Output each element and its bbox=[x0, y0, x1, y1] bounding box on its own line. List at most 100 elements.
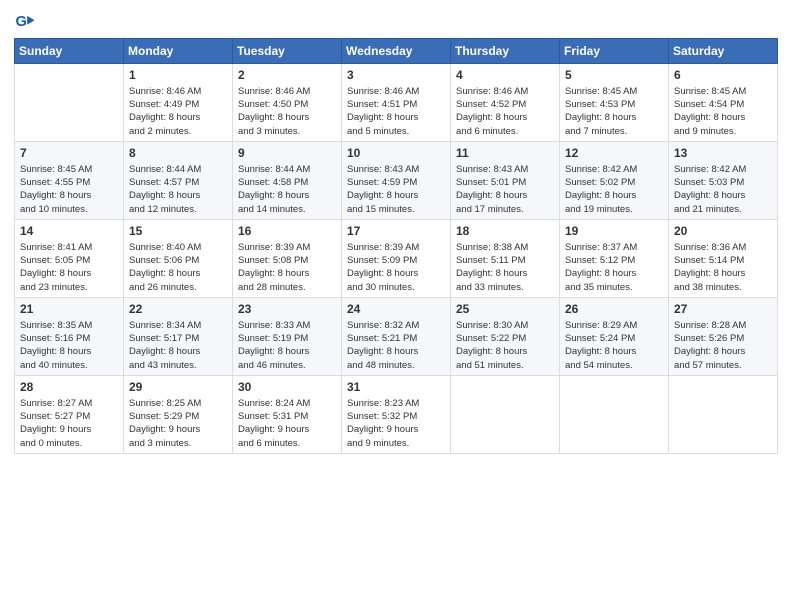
calendar-cell: 15Sunrise: 8:40 AM Sunset: 5:06 PM Dayli… bbox=[124, 220, 233, 298]
calendar-cell: 1Sunrise: 8:46 AM Sunset: 4:49 PM Daylig… bbox=[124, 64, 233, 142]
day-number: 23 bbox=[238, 301, 336, 318]
logo: G bbox=[14, 10, 38, 32]
day-number: 2 bbox=[238, 67, 336, 84]
day-number: 28 bbox=[20, 379, 118, 396]
day-number: 21 bbox=[20, 301, 118, 318]
day-info: Sunrise: 8:45 AM Sunset: 4:55 PM Dayligh… bbox=[20, 163, 118, 216]
calendar-cell: 27Sunrise: 8:28 AM Sunset: 5:26 PM Dayli… bbox=[669, 298, 778, 376]
day-number: 5 bbox=[565, 67, 663, 84]
day-number: 30 bbox=[238, 379, 336, 396]
calendar-week-3: 14Sunrise: 8:41 AM Sunset: 5:05 PM Dayli… bbox=[15, 220, 778, 298]
day-info: Sunrise: 8:40 AM Sunset: 5:06 PM Dayligh… bbox=[129, 241, 227, 294]
weekday-header-row: SundayMondayTuesdayWednesdayThursdayFrid… bbox=[15, 39, 778, 64]
day-info: Sunrise: 8:27 AM Sunset: 5:27 PM Dayligh… bbox=[20, 397, 118, 450]
calendar-week-2: 7Sunrise: 8:45 AM Sunset: 4:55 PM Daylig… bbox=[15, 142, 778, 220]
day-info: Sunrise: 8:41 AM Sunset: 5:05 PM Dayligh… bbox=[20, 241, 118, 294]
calendar-cell: 6Sunrise: 8:45 AM Sunset: 4:54 PM Daylig… bbox=[669, 64, 778, 142]
day-number: 10 bbox=[347, 145, 445, 162]
day-number: 26 bbox=[565, 301, 663, 318]
weekday-header-thursday: Thursday bbox=[451, 39, 560, 64]
weekday-header-wednesday: Wednesday bbox=[342, 39, 451, 64]
day-info: Sunrise: 8:39 AM Sunset: 5:08 PM Dayligh… bbox=[238, 241, 336, 294]
day-info: Sunrise: 8:37 AM Sunset: 5:12 PM Dayligh… bbox=[565, 241, 663, 294]
day-number: 3 bbox=[347, 67, 445, 84]
day-info: Sunrise: 8:46 AM Sunset: 4:52 PM Dayligh… bbox=[456, 85, 554, 138]
day-info: Sunrise: 8:44 AM Sunset: 4:58 PM Dayligh… bbox=[238, 163, 336, 216]
day-info: Sunrise: 8:29 AM Sunset: 5:24 PM Dayligh… bbox=[565, 319, 663, 372]
day-number: 25 bbox=[456, 301, 554, 318]
day-number: 19 bbox=[565, 223, 663, 240]
calendar-cell: 24Sunrise: 8:32 AM Sunset: 5:21 PM Dayli… bbox=[342, 298, 451, 376]
calendar-cell: 19Sunrise: 8:37 AM Sunset: 5:12 PM Dayli… bbox=[560, 220, 669, 298]
day-info: Sunrise: 8:44 AM Sunset: 4:57 PM Dayligh… bbox=[129, 163, 227, 216]
day-info: Sunrise: 8:30 AM Sunset: 5:22 PM Dayligh… bbox=[456, 319, 554, 372]
day-info: Sunrise: 8:33 AM Sunset: 5:19 PM Dayligh… bbox=[238, 319, 336, 372]
weekday-header-saturday: Saturday bbox=[669, 39, 778, 64]
day-number: 12 bbox=[565, 145, 663, 162]
day-number: 31 bbox=[347, 379, 445, 396]
day-number: 29 bbox=[129, 379, 227, 396]
calendar-cell: 21Sunrise: 8:35 AM Sunset: 5:16 PM Dayli… bbox=[15, 298, 124, 376]
day-number: 1 bbox=[129, 67, 227, 84]
day-info: Sunrise: 8:35 AM Sunset: 5:16 PM Dayligh… bbox=[20, 319, 118, 372]
day-number: 20 bbox=[674, 223, 772, 240]
calendar-week-1: 1Sunrise: 8:46 AM Sunset: 4:49 PM Daylig… bbox=[15, 64, 778, 142]
day-info: Sunrise: 8:39 AM Sunset: 5:09 PM Dayligh… bbox=[347, 241, 445, 294]
calendar-cell: 20Sunrise: 8:36 AM Sunset: 5:14 PM Dayli… bbox=[669, 220, 778, 298]
day-number: 27 bbox=[674, 301, 772, 318]
day-info: Sunrise: 8:42 AM Sunset: 5:03 PM Dayligh… bbox=[674, 163, 772, 216]
day-number: 16 bbox=[238, 223, 336, 240]
day-number: 14 bbox=[20, 223, 118, 240]
day-info: Sunrise: 8:46 AM Sunset: 4:51 PM Dayligh… bbox=[347, 85, 445, 138]
day-info: Sunrise: 8:23 AM Sunset: 5:32 PM Dayligh… bbox=[347, 397, 445, 450]
day-info: Sunrise: 8:36 AM Sunset: 5:14 PM Dayligh… bbox=[674, 241, 772, 294]
calendar-cell: 30Sunrise: 8:24 AM Sunset: 5:31 PM Dayli… bbox=[233, 376, 342, 454]
calendar-cell: 22Sunrise: 8:34 AM Sunset: 5:17 PM Dayli… bbox=[124, 298, 233, 376]
day-info: Sunrise: 8:32 AM Sunset: 5:21 PM Dayligh… bbox=[347, 319, 445, 372]
calendar-cell bbox=[15, 64, 124, 142]
day-info: Sunrise: 8:46 AM Sunset: 4:49 PM Dayligh… bbox=[129, 85, 227, 138]
day-number: 22 bbox=[129, 301, 227, 318]
calendar-cell: 5Sunrise: 8:45 AM Sunset: 4:53 PM Daylig… bbox=[560, 64, 669, 142]
calendar-cell: 14Sunrise: 8:41 AM Sunset: 5:05 PM Dayli… bbox=[15, 220, 124, 298]
calendar-cell: 9Sunrise: 8:44 AM Sunset: 4:58 PM Daylig… bbox=[233, 142, 342, 220]
logo-icon: G bbox=[14, 10, 36, 32]
calendar-cell: 11Sunrise: 8:43 AM Sunset: 5:01 PM Dayli… bbox=[451, 142, 560, 220]
day-number: 18 bbox=[456, 223, 554, 240]
calendar-cell bbox=[451, 376, 560, 454]
calendar-cell: 18Sunrise: 8:38 AM Sunset: 5:11 PM Dayli… bbox=[451, 220, 560, 298]
day-info: Sunrise: 8:38 AM Sunset: 5:11 PM Dayligh… bbox=[456, 241, 554, 294]
calendar-cell: 31Sunrise: 8:23 AM Sunset: 5:32 PM Dayli… bbox=[342, 376, 451, 454]
day-number: 6 bbox=[674, 67, 772, 84]
day-number: 24 bbox=[347, 301, 445, 318]
day-info: Sunrise: 8:34 AM Sunset: 5:17 PM Dayligh… bbox=[129, 319, 227, 372]
calendar-cell: 26Sunrise: 8:29 AM Sunset: 5:24 PM Dayli… bbox=[560, 298, 669, 376]
calendar-cell: 4Sunrise: 8:46 AM Sunset: 4:52 PM Daylig… bbox=[451, 64, 560, 142]
calendar-cell bbox=[560, 376, 669, 454]
day-info: Sunrise: 8:24 AM Sunset: 5:31 PM Dayligh… bbox=[238, 397, 336, 450]
calendar-week-4: 21Sunrise: 8:35 AM Sunset: 5:16 PM Dayli… bbox=[15, 298, 778, 376]
day-info: Sunrise: 8:25 AM Sunset: 5:29 PM Dayligh… bbox=[129, 397, 227, 450]
calendar-cell: 17Sunrise: 8:39 AM Sunset: 5:09 PM Dayli… bbox=[342, 220, 451, 298]
day-number: 9 bbox=[238, 145, 336, 162]
header-row: G bbox=[14, 10, 778, 32]
day-info: Sunrise: 8:46 AM Sunset: 4:50 PM Dayligh… bbox=[238, 85, 336, 138]
calendar-cell: 12Sunrise: 8:42 AM Sunset: 5:02 PM Dayli… bbox=[560, 142, 669, 220]
day-info: Sunrise: 8:28 AM Sunset: 5:26 PM Dayligh… bbox=[674, 319, 772, 372]
day-info: Sunrise: 8:43 AM Sunset: 4:59 PM Dayligh… bbox=[347, 163, 445, 216]
calendar-week-5: 28Sunrise: 8:27 AM Sunset: 5:27 PM Dayli… bbox=[15, 376, 778, 454]
weekday-header-monday: Monday bbox=[124, 39, 233, 64]
calendar-cell: 8Sunrise: 8:44 AM Sunset: 4:57 PM Daylig… bbox=[124, 142, 233, 220]
calendar-cell: 25Sunrise: 8:30 AM Sunset: 5:22 PM Dayli… bbox=[451, 298, 560, 376]
calendar-table: SundayMondayTuesdayWednesdayThursdayFrid… bbox=[14, 38, 778, 454]
page-container: G SundayMondayTuesdayWednesdayThursdayFr… bbox=[0, 0, 792, 464]
svg-text:G: G bbox=[15, 14, 26, 30]
day-number: 11 bbox=[456, 145, 554, 162]
calendar-cell: 2Sunrise: 8:46 AM Sunset: 4:50 PM Daylig… bbox=[233, 64, 342, 142]
day-number: 4 bbox=[456, 67, 554, 84]
day-number: 8 bbox=[129, 145, 227, 162]
calendar-cell bbox=[669, 376, 778, 454]
calendar-cell: 13Sunrise: 8:42 AM Sunset: 5:03 PM Dayli… bbox=[669, 142, 778, 220]
day-number: 7 bbox=[20, 145, 118, 162]
calendar-cell: 3Sunrise: 8:46 AM Sunset: 4:51 PM Daylig… bbox=[342, 64, 451, 142]
